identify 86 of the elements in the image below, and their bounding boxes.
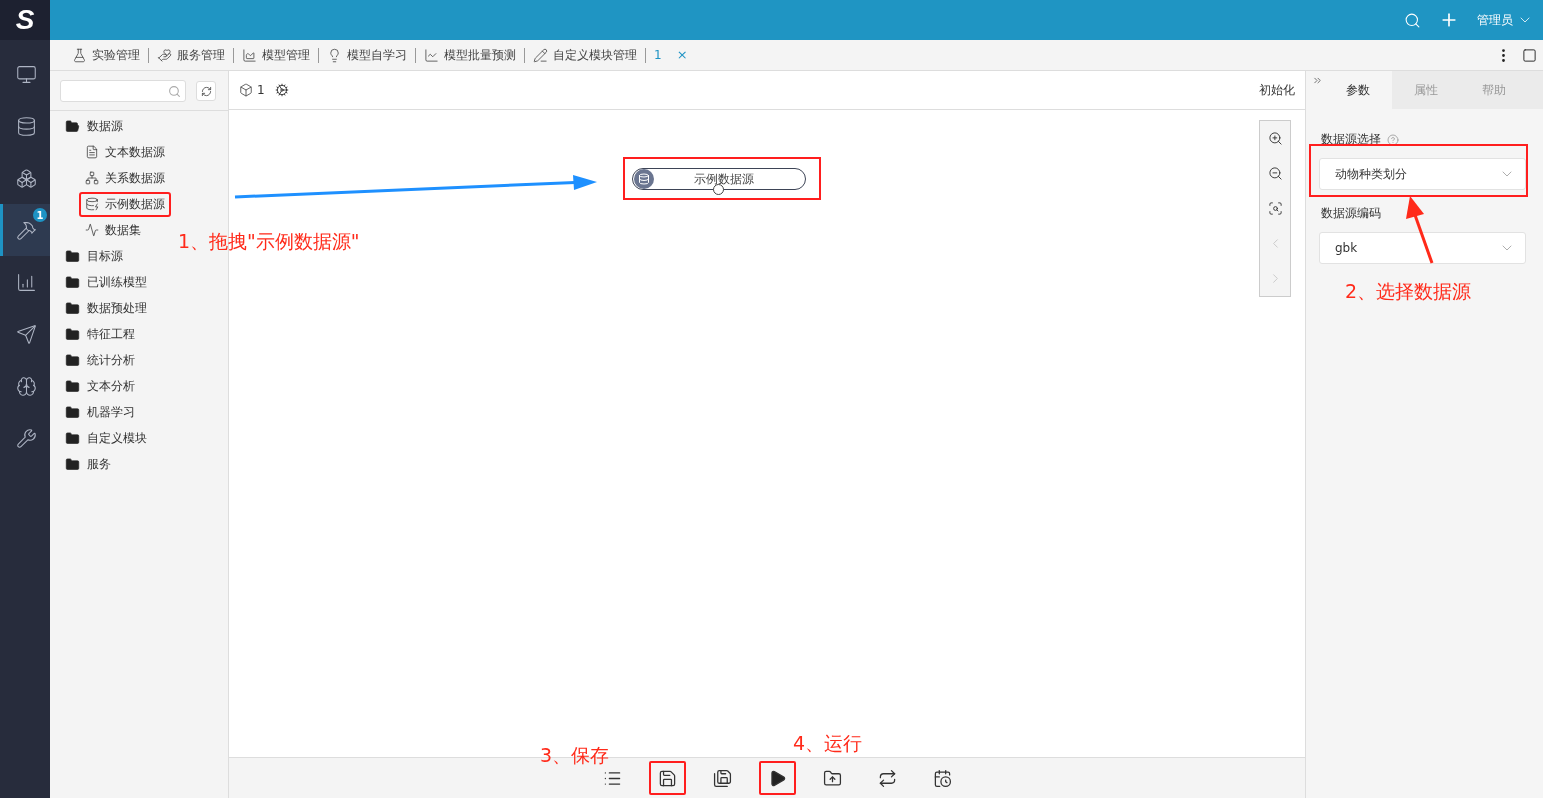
tree-folder[interactable]: 服务 <box>50 451 111 477</box>
output-port[interactable] <box>713 184 724 195</box>
tree-folder[interactable]: 已训练模型 <box>50 269 147 295</box>
folder-icon <box>65 326 80 342</box>
annotation-text: 2、选择数据源 <box>1345 279 1472 304</box>
search-icon[interactable] <box>1404 11 1421 29</box>
refresh-icon <box>200 85 212 97</box>
annotation-text: 1、拖拽"示例数据源" <box>178 229 360 254</box>
tab[interactable]: 模型自学习 <box>319 47 416 63</box>
database-icon <box>85 197 99 211</box>
fit-view-icon[interactable] <box>1267 201 1283 216</box>
calendar-clock-icon <box>932 768 952 788</box>
select-field[interactable]: gbk <box>1319 232 1526 264</box>
tree-folder[interactable]: 数据源 <box>50 113 123 139</box>
tab[interactable]: 实验管理 <box>64 47 149 63</box>
line-chart-icon <box>424 47 439 63</box>
paper-plane-icon <box>16 323 37 345</box>
app-logo[interactable]: S <box>0 0 50 40</box>
node-icon <box>634 169 654 189</box>
hammer-icon <box>16 219 37 241</box>
tree-item[interactable]: 文本数据源 <box>79 139 171 165</box>
help-icon[interactable] <box>1387 133 1399 146</box>
folder-icon <box>65 378 80 394</box>
tree-folder[interactable]: 机器学习 <box>50 399 135 425</box>
zoom-out-icon[interactable] <box>1267 166 1283 181</box>
flask-icon <box>72 47 87 63</box>
bar-chart-icon <box>16 271 37 293</box>
settings-icon[interactable] <box>274 83 289 97</box>
tree-folder[interactable]: 统计分析 <box>50 347 135 373</box>
zoom-out-glyph-icon <box>1267 166 1283 181</box>
run-button[interactable] <box>758 761 796 795</box>
fit-view-glyph-icon <box>1267 201 1283 216</box>
collapse-icon[interactable] <box>1312 75 1323 86</box>
folder-icon <box>65 404 80 420</box>
cube-icon <box>239 83 253 97</box>
tree-item[interactable]: 数据集 <box>79 217 147 243</box>
tab[interactable]: 服务管理 <box>149 47 234 63</box>
panel-tab[interactable]: 参数 <box>1324 71 1392 109</box>
hand-heart-icon <box>157 47 172 63</box>
zoom-in-glyph-icon <box>1267 131 1283 146</box>
annotation-text: 3、保存 <box>540 743 610 768</box>
tab[interactable]: 自定义模块管理 <box>525 47 646 63</box>
select-field[interactable]: 动物种类划分 <box>1319 158 1526 190</box>
boxes-icon <box>16 167 37 189</box>
search-field[interactable] <box>60 80 186 102</box>
save-button[interactable] <box>648 761 686 795</box>
save-icon <box>657 768 677 788</box>
pencil-icon <box>533 47 548 63</box>
zoom-in-icon[interactable] <box>1267 131 1283 146</box>
notification-badge: 1 <box>33 208 47 222</box>
monitor-icon <box>16 63 37 85</box>
folder-icon <box>65 456 80 472</box>
tree-item[interactable]: 示例数据源 <box>79 191 171 217</box>
experiment-id: 1 <box>257 83 265 97</box>
search-icon <box>168 84 181 98</box>
tree-folder[interactable]: 目标源 <box>50 243 123 269</box>
lightbulb-icon <box>327 47 342 63</box>
tree-folder[interactable]: 特征工程 <box>50 321 135 347</box>
database-icon <box>16 115 37 137</box>
swap-icon <box>877 768 897 788</box>
tree-folder[interactable]: 文本分析 <box>50 373 135 399</box>
tree-folder[interactable]: 自定义模块 <box>50 425 147 451</box>
network-icon <box>85 171 99 185</box>
save-all-icon <box>712 768 732 788</box>
folder-icon <box>65 300 80 316</box>
folder-icon <box>65 118 80 134</box>
annotation-text: 4、运行 <box>793 731 863 756</box>
area-chart-icon <box>242 47 257 63</box>
tab[interactable]: 模型管理 <box>234 47 319 63</box>
field-label: 数据源选择 <box>1321 131 1381 148</box>
refresh-button[interactable] <box>196 81 216 101</box>
folder-icon <box>65 274 80 290</box>
tree-item[interactable]: 关系数据源 <box>79 165 171 191</box>
tree-folder[interactable]: 数据预处理 <box>50 295 147 321</box>
wrench-icon <box>16 427 37 449</box>
folder-icon <box>65 430 80 446</box>
document-icon <box>85 145 99 159</box>
folder-icon <box>65 352 80 368</box>
field-label: 数据源编码 <box>1321 205 1381 222</box>
folder-icon <box>65 248 80 264</box>
pulse-icon <box>85 223 99 237</box>
brain-icon <box>16 375 37 397</box>
init-button[interactable]: 初始化 <box>1259 81 1295 99</box>
tab[interactable]: 模型批量预测 <box>416 47 525 63</box>
folder-upload-icon <box>822 768 842 788</box>
maximize-icon[interactable] <box>1522 47 1537 63</box>
